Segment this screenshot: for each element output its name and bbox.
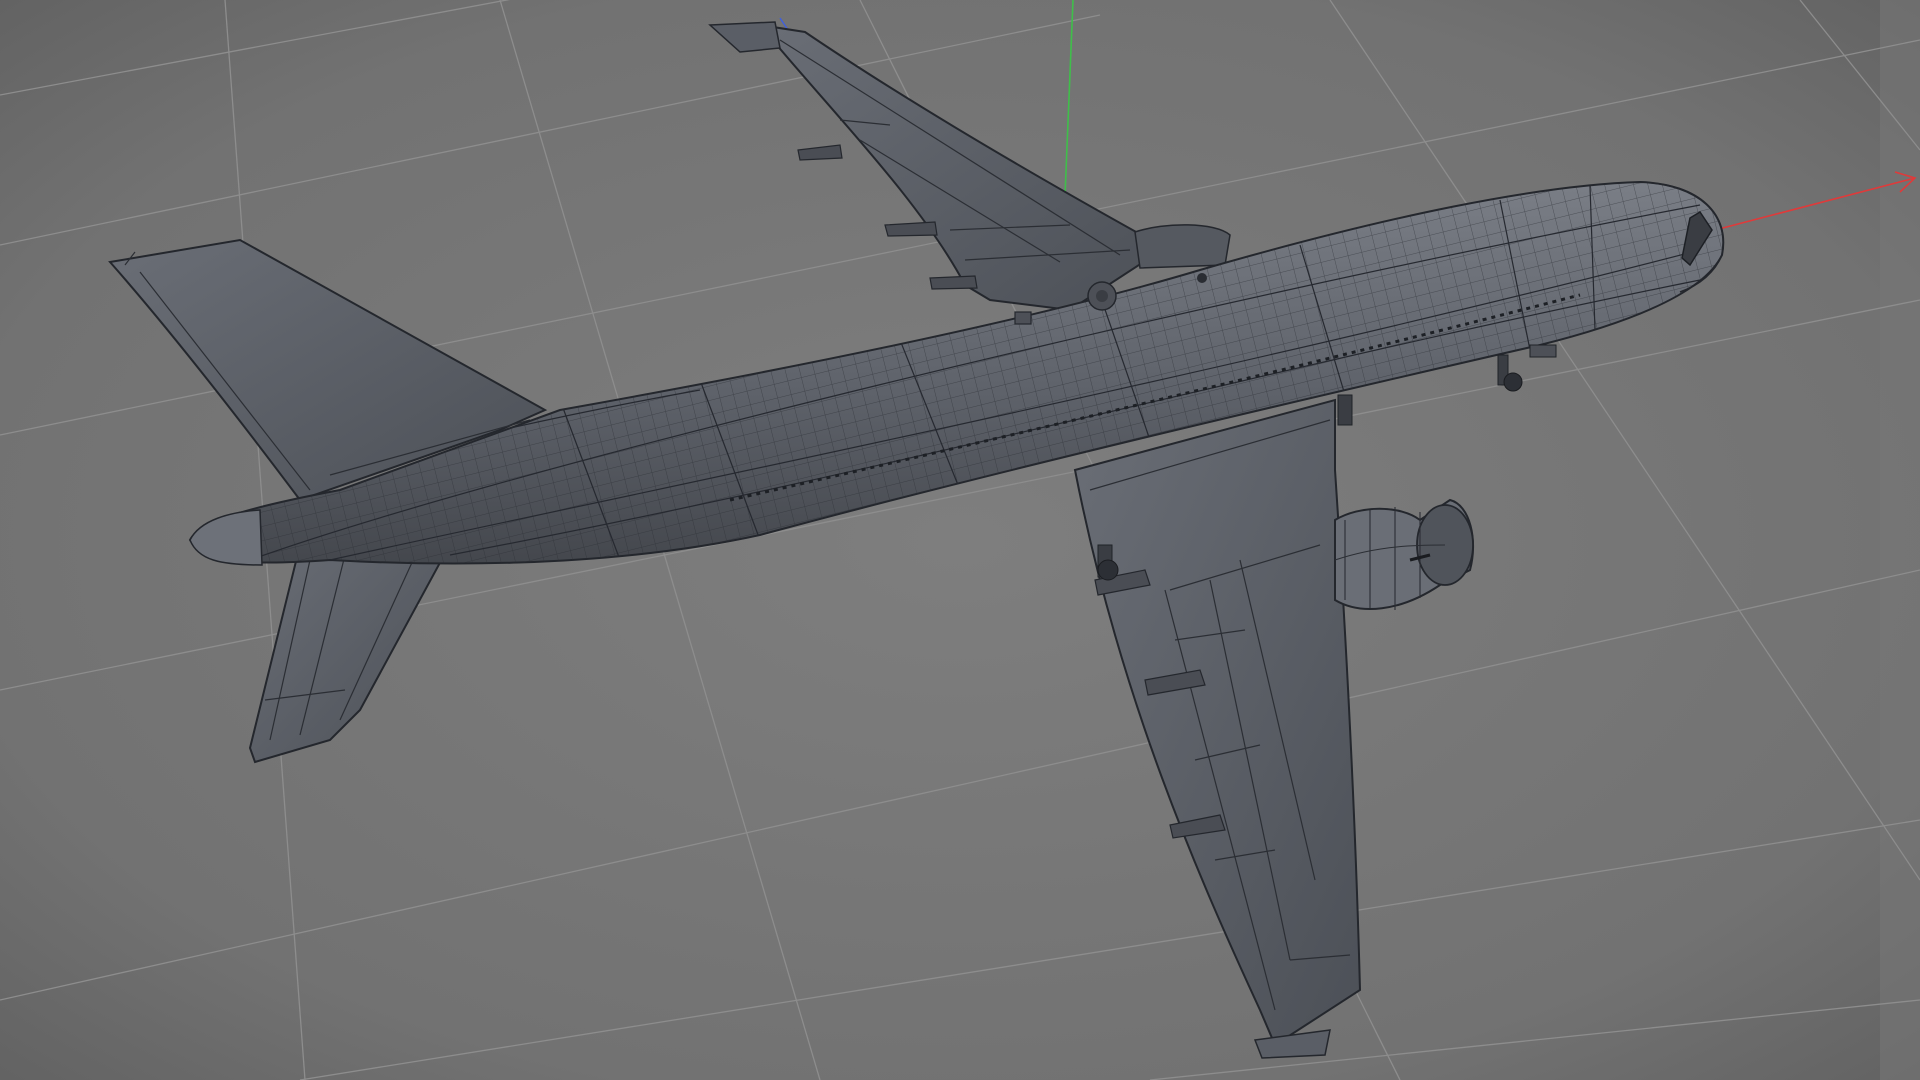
left-engine-nacelle: [1134, 224, 1231, 269]
wing-root-hatch: [1014, 311, 1032, 325]
fuselage-marker: [1197, 273, 1207, 283]
3d-viewport[interactable]: [0, 0, 1920, 1080]
viewport-right-panel-edge: [1880, 0, 1920, 1080]
antenna-dome-inner: [1096, 290, 1108, 302]
